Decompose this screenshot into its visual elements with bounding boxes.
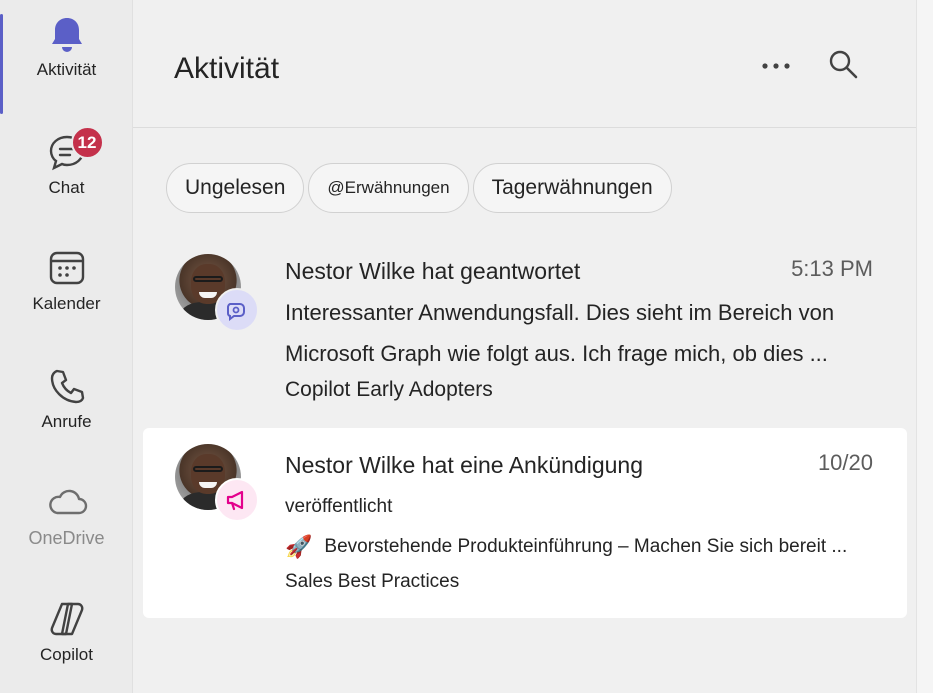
cloud-icon [43,478,91,526]
rail-label: Chat [48,178,85,197]
filter-bar: Ungelesen @Erwähnungen Tagerwähnungen [166,163,672,213]
activity-time: 10/20 [817,450,873,475]
activity-preview: Microsoft Graph wie folgt aus. Ich frage… [285,341,828,366]
more-horizontal-icon [761,57,791,75]
bell-icon [43,10,91,58]
chat-icon: 12 [43,126,104,176]
filter-mentions[interactable]: @Erwähnungen [308,163,469,213]
app-rail: Aktivität 12 Chat Kalender Anrufe OneDri… [0,0,133,693]
filter-unread[interactable]: Ungelesen [166,163,305,213]
rail-label: Anrufe [41,412,92,431]
rail-label: OneDrive [28,528,105,548]
activity-time: 5:13 PM [791,256,873,281]
scrollbar[interactable] [916,0,933,693]
rail-item-onedrive[interactable]: OneDrive [0,478,133,588]
activity-title: Nestor Wilke hat eine Ankündigung [285,452,643,478]
copilot-icon [43,595,91,643]
more-options-button[interactable] [756,46,796,86]
activity-preview: Interessanter Anwendungsfall. Dies sieht… [285,300,835,325]
calendar-icon [43,244,91,292]
rail-item-calendar[interactable]: Kalender [0,244,133,354]
rail-label: Copilot [40,645,93,664]
activity-title: Nestor Wilke hat geantwortet [285,258,581,284]
activity-pane: Aktivität Ungelesen @Erwähnungen Tagerwä… [133,0,916,693]
activity-title-continued: veröffentlicht [285,496,393,517]
activity-header: Aktivität [133,0,916,128]
unread-count-badge: 12 [70,126,104,159]
activity-item[interactable]: Nestor Wilke hat geantwortet 5:13 PM Int… [143,238,907,416]
rocket-icon: 🚀 [285,534,313,559]
rail-item-copilot[interactable]: Copilot [0,595,133,693]
reply-icon [215,288,259,332]
search-icon [827,48,859,85]
rail-label: Aktivität [36,60,97,79]
activity-preview: Bevorstehende Produkteinführung – Machen… [324,536,848,557]
search-button[interactable] [823,46,863,86]
filter-tag-mentions[interactable]: Tagerwähnungen [472,163,672,213]
page-title: Aktivität [174,52,280,85]
rail-label: Kalender [32,294,101,313]
activity-channel: Copilot Early Adopters [285,378,493,401]
activity-item[interactable]: Nestor Wilke hat eine Ankündigung 10/20 … [143,428,907,618]
rail-item-calls[interactable]: Anrufe [0,362,133,472]
rail-item-chat[interactable]: 12 Chat [0,126,133,238]
megaphone-icon [215,478,259,522]
activity-channel: Sales Best Practices [285,571,460,592]
activity-preview-row: 🚀 Bevorstehende Produkteinführung – Mach… [285,534,847,560]
rail-item-activity[interactable]: Aktivität [0,10,133,120]
phone-icon [43,362,91,410]
